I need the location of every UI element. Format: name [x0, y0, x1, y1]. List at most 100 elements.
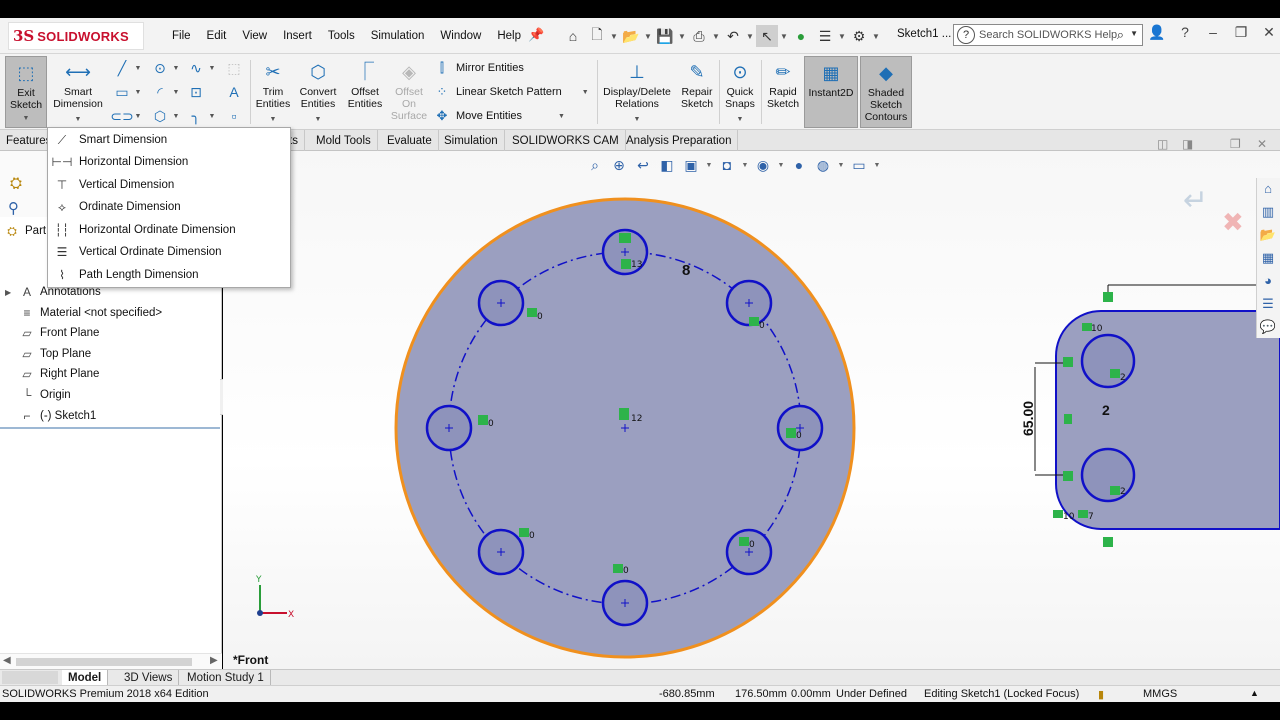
rollback-bar[interactable]	[0, 427, 220, 429]
undo-icon[interactable]: ↶	[722, 25, 744, 47]
viewport-split-icon[interactable]: ◫	[1157, 137, 1168, 151]
tab-mold-tools[interactable]: Mold Tools	[310, 130, 378, 151]
tree-item-material[interactable]: ≡ Material <not specified>	[0, 303, 162, 323]
menu-file[interactable]: File	[164, 30, 199, 42]
solidworks-resources-icon[interactable]: ⌂	[1257, 178, 1279, 200]
menu-item-horizontal-ordinate-dimension[interactable]: ┆┆ Horizontal Ordinate Dimension	[48, 219, 290, 241]
previous-view-icon[interactable]: ↩	[633, 157, 653, 174]
zoom-to-fit-icon[interactable]: ⌕	[585, 157, 605, 174]
hide-show-dropdown-icon[interactable]: ▼	[777, 162, 785, 169]
linear-sketch-pattern-button[interactable]: ⁘ Linear Sketch Pattern ▼	[434, 84, 589, 100]
relation-icon[interactable]	[1053, 510, 1063, 518]
display-delete-relations-button[interactable]: ⊥ Display/Delete Relations ▼	[600, 56, 674, 128]
solidworks-logo[interactable]: 3S SOLIDWORKS	[8, 22, 144, 50]
fillet-dropdown-icon[interactable]: ▼	[208, 106, 216, 126]
tab-model[interactable]: Model	[62, 670, 109, 686]
tree-part-root[interactable]: ⛭ Part1	[0, 221, 52, 241]
menu-item-smart-dimension[interactable]: ⟋ Smart Dimension	[48, 129, 290, 151]
properties-dropdown-icon[interactable]: ▼	[838, 32, 846, 41]
relation-icon[interactable]	[739, 537, 749, 546]
new-dropdown-icon[interactable]: ▼	[610, 32, 618, 41]
help-icon[interactable]: ?	[1176, 24, 1194, 41]
confirm-corner-cancel-icon[interactable]: ✖	[1222, 207, 1244, 238]
view-palette-icon[interactable]: ▦	[1257, 247, 1279, 269]
print-icon[interactable]: ⎙	[688, 25, 710, 47]
slot-dropdown-icon[interactable]: ▼	[134, 106, 142, 126]
zoom-to-area-icon[interactable]: ⊕	[609, 157, 629, 174]
relation-icon[interactable]	[749, 317, 759, 326]
section-view-icon[interactable]: ◧	[657, 157, 677, 174]
relation-icon[interactable]	[1063, 357, 1073, 367]
relation-icon[interactable]	[619, 233, 631, 243]
menu-item-horizontal-dimension[interactable]: ⊢⊣ Horizontal Dimension	[48, 151, 290, 173]
rebuild-icon[interactable]: ●	[790, 25, 812, 47]
quick-snaps-dropdown-icon[interactable]: ▼	[737, 114, 744, 126]
relation-icon[interactable]	[1078, 510, 1088, 518]
hide-show-items-icon[interactable]: ◉	[753, 157, 773, 174]
user-icon[interactable]: 👤	[1148, 24, 1166, 41]
convert-entities-button[interactable]: ⬡ Convert Entities ▼	[296, 56, 340, 128]
text-icon[interactable]: A	[224, 82, 244, 102]
restore-icon[interactable]: ❐	[1232, 24, 1250, 41]
forum-icon[interactable]: 💬	[1257, 316, 1279, 338]
move-entities-button[interactable]: ✥ Move Entities ▼	[434, 108, 565, 124]
scroll-right-icon[interactable]: ▶	[210, 655, 218, 666]
horizontal-scrollbar[interactable]: ◀ ▶	[0, 653, 222, 669]
relation-icon[interactable]	[1103, 537, 1113, 547]
tab-navigation-arrows[interactable]	[2, 671, 58, 684]
relation-icon[interactable]	[619, 408, 629, 420]
slot-icon[interactable]: ⊂⊃	[110, 106, 133, 126]
appearances-icon[interactable]: ◕	[1257, 270, 1279, 292]
menu-window[interactable]: Window	[432, 30, 489, 42]
relation-icon[interactable]	[613, 564, 623, 573]
view-orientation-icon[interactable]: ▣	[681, 157, 701, 174]
polygon-icon[interactable]: ⬡	[150, 106, 170, 126]
custom-properties-icon[interactable]: ☰	[1257, 293, 1279, 315]
menu-view[interactable]: View	[234, 30, 275, 42]
sketch-picture-icon[interactable]: ⬚	[224, 58, 244, 78]
edit-appearance-icon[interactable]: ●	[789, 157, 809, 173]
relation-icon[interactable]	[478, 415, 488, 425]
menu-item-vertical-ordinate-dimension[interactable]: ☰ Vertical Ordinate Dimension	[48, 241, 290, 263]
circle-icon[interactable]: ⊙	[150, 58, 170, 78]
smart-dimension-button[interactable]: ⟷ Smart Dimension ▼	[50, 56, 106, 128]
trim-dropdown-icon[interactable]: ▼	[270, 114, 277, 126]
relation-icon[interactable]	[1110, 369, 1120, 378]
relation-icon[interactable]	[519, 528, 529, 537]
view-settings-icon[interactable]: ▭	[849, 157, 869, 174]
repair-sketch-button[interactable]: ✎ Repair Sketch	[678, 56, 716, 128]
units-dropdown-icon[interactable]: ▲	[1250, 688, 1259, 698]
tree-item-origin[interactable]: └ Origin	[0, 385, 71, 405]
pin-icon[interactable]: 📌	[528, 27, 544, 43]
apply-scene-icon[interactable]: ◍	[813, 157, 833, 174]
tab-simulation[interactable]: Simulation	[438, 130, 505, 151]
circle-dropdown-icon[interactable]: ▼	[172, 58, 180, 78]
relation-icon[interactable]	[527, 308, 537, 317]
menu-insert[interactable]: Insert	[275, 30, 320, 42]
quick-snaps-button[interactable]: ⊙ Quick Snaps ▼	[722, 56, 758, 128]
polygon-dropdown-icon[interactable]: ▼	[172, 106, 180, 126]
scene-dropdown-icon[interactable]: ▼	[837, 162, 845, 169]
viewport-restore-icon[interactable]: ❐	[1230, 137, 1241, 151]
exit-sketch-button[interactable]: ⬚ Exit Sketch ▼	[5, 56, 47, 128]
save-icon[interactable]: 💾	[654, 25, 676, 47]
menu-item-ordinate-dimension[interactable]: ⟡ Ordinate Dimension	[48, 196, 290, 218]
rectangle-dropdown-icon[interactable]: ▼	[134, 82, 142, 102]
arc-dropdown-icon[interactable]: ▼	[172, 82, 180, 102]
relation-icon[interactable]	[786, 428, 796, 438]
undo-dropdown-icon[interactable]: ▼	[746, 32, 754, 41]
scrollbar-thumb[interactable]	[16, 658, 192, 666]
select-dropdown-icon[interactable]: ▼	[780, 32, 788, 41]
minimize-icon[interactable]: –	[1204, 24, 1222, 41]
scroll-left-icon[interactable]: ◀	[3, 655, 11, 666]
options-dropdown-icon[interactable]: ▼	[872, 32, 880, 41]
close-icon[interactable]: ✕	[1260, 24, 1278, 41]
tree-item-front-plane[interactable]: ▱ Front Plane	[0, 323, 99, 343]
confirm-corner-check-icon[interactable]: ↵	[1183, 183, 1208, 218]
display-style-dropdown-icon[interactable]: ▼	[741, 162, 749, 169]
rapid-sketch-button[interactable]: ✏ Rapid Sketch	[764, 56, 802, 128]
open-folder-icon[interactable]: 📂	[620, 25, 642, 47]
smart-dimension-dropdown-icon[interactable]: ▼	[75, 114, 82, 126]
tree-item-top-plane[interactable]: ▱ Top Plane	[0, 344, 91, 364]
relation-icon[interactable]	[1064, 414, 1072, 424]
